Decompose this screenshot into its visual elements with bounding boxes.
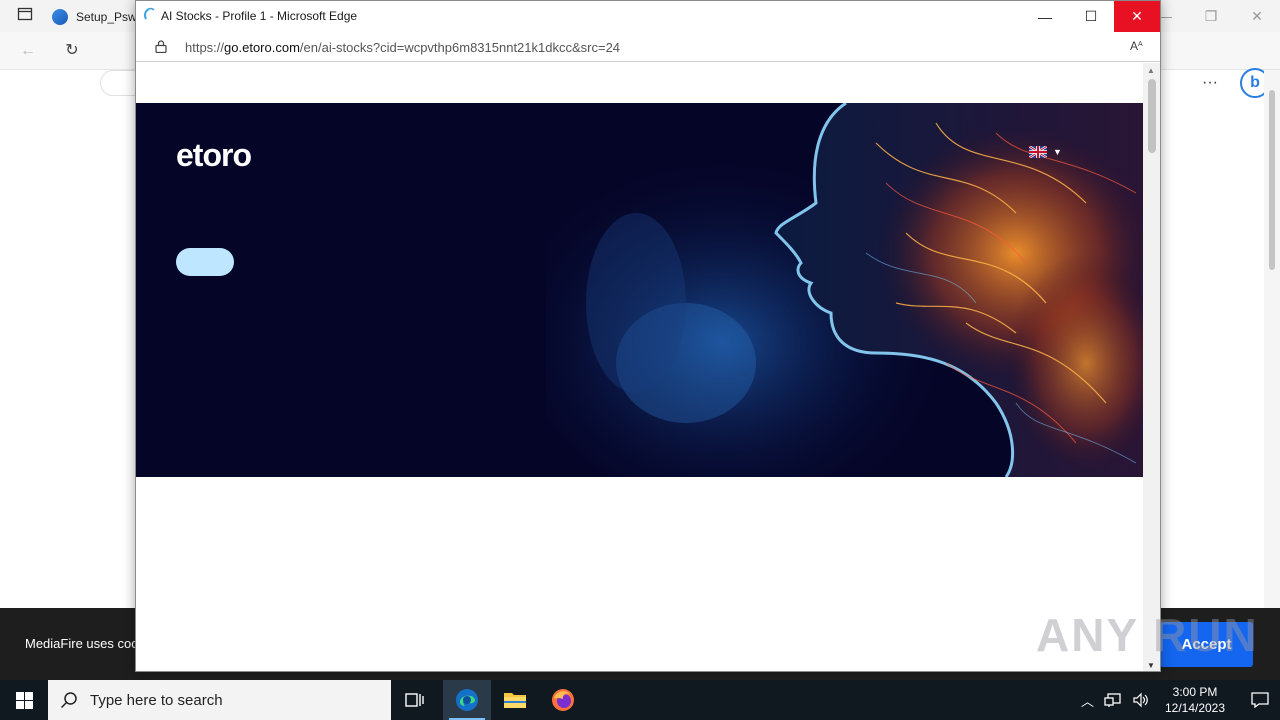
file-explorer-button[interactable] bbox=[491, 680, 539, 720]
taskbar-search-box[interactable]: Type here to search bbox=[48, 680, 391, 720]
cookie-consent-text: MediaFire uses coo bbox=[25, 636, 139, 651]
url-path: /en/ai-stocks?cid=wcpvthp6m8315nnt21k1dk… bbox=[299, 40, 621, 55]
clock-date: 12/14/2023 bbox=[1164, 701, 1226, 715]
task-view-button[interactable] bbox=[391, 680, 439, 720]
minimize-button[interactable]: — bbox=[1022, 1, 1068, 32]
url-host: go.etoro.com bbox=[224, 40, 300, 55]
system-tray: ︿ 3:00 PM 12/14/2023 bbox=[1081, 680, 1280, 720]
more-options-icon[interactable]: ··· bbox=[1202, 74, 1218, 92]
bg-restore-button[interactable]: ❐ bbox=[1188, 0, 1234, 32]
search-icon bbox=[60, 692, 77, 709]
etoro-favicon-icon bbox=[144, 7, 155, 20]
background-tab-title: Setup_Psw bbox=[76, 10, 137, 24]
network-icon[interactable] bbox=[1104, 692, 1122, 708]
popup-scrollbar[interactable]: ▲ ▼ bbox=[1143, 63, 1160, 671]
ai-face-artwork bbox=[546, 103, 1144, 477]
background-toolbar-right: ··· b bbox=[1202, 68, 1270, 98]
popup-url-text: https://go.etoro.com/en/ai-stocks?cid=wc… bbox=[185, 40, 620, 55]
edge-taskbar-button[interactable] bbox=[443, 680, 491, 720]
lock-icon[interactable] bbox=[155, 40, 167, 53]
edge-tab-icon bbox=[52, 9, 68, 25]
etoro-logo[interactable]: etoro bbox=[176, 137, 282, 173]
volume-icon[interactable] bbox=[1132, 692, 1150, 708]
firefox-button[interactable] bbox=[539, 680, 587, 720]
windows-taskbar: Type here to search ︿ 3:00 PM 12/14/2023 bbox=[0, 680, 1280, 720]
scroll-thumb[interactable] bbox=[1148, 79, 1156, 153]
svg-text:A: A bbox=[1138, 41, 1143, 48]
scroll-down-icon[interactable]: ▼ bbox=[1147, 661, 1155, 670]
taskbar-clock[interactable]: 3:00 PM 12/14/2023 bbox=[1160, 684, 1230, 716]
notification-center-button[interactable] bbox=[1240, 680, 1280, 720]
popup-browser-window: AI Stocks - Profile 1 - Microsoft Edge —… bbox=[135, 0, 1161, 672]
windows-logo-icon bbox=[15, 691, 33, 709]
anyrun-watermark: ANY RUN bbox=[1036, 609, 1259, 661]
popup-title-bar[interactable]: AI Stocks - Profile 1 - Microsoft Edge —… bbox=[136, 1, 1160, 32]
hero-banner: etoro ▼ bbox=[136, 103, 1144, 477]
start-button[interactable] bbox=[0, 680, 48, 720]
refresh-icon[interactable]: ↻ bbox=[62, 41, 82, 61]
chevron-up-icon[interactable]: ︿ bbox=[1081, 691, 1094, 710]
scroll-up-icon[interactable]: ▲ bbox=[1147, 66, 1155, 75]
clock-time: 3:00 PM bbox=[1172, 685, 1218, 699]
popup-page-content: etoro ▼ bbox=[136, 63, 1144, 671]
popup-window-controls: — ☐ ✕ bbox=[1022, 1, 1160, 32]
folder-icon bbox=[504, 693, 526, 708]
background-window-controls: — ❐ ✕ bbox=[1142, 0, 1280, 32]
task-view-icon bbox=[405, 693, 424, 707]
firefox-icon bbox=[552, 689, 574, 711]
uk-flag-icon bbox=[1029, 146, 1047, 158]
language-selector[interactable]: ▼ bbox=[1029, 146, 1062, 158]
search-placeholder: Type here to search bbox=[90, 691, 223, 709]
tab-actions-icon[interactable] bbox=[16, 6, 34, 28]
hero-cta-button[interactable] bbox=[176, 248, 234, 276]
read-aloud-icon[interactable]: AA bbox=[1130, 38, 1146, 55]
url-prefix: https:// bbox=[185, 40, 225, 55]
popup-window-title: AI Stocks - Profile 1 - Microsoft Edge bbox=[161, 9, 358, 23]
close-button[interactable]: ✕ bbox=[1114, 1, 1160, 32]
notification-icon bbox=[1251, 692, 1269, 708]
microsoft-edge-icon bbox=[456, 689, 478, 711]
chevron-down-icon: ▼ bbox=[1053, 147, 1062, 157]
bg-close-button[interactable]: ✕ bbox=[1234, 0, 1280, 32]
popup-address-bar[interactable]: https://go.etoro.com/en/ai-stocks?cid=wc… bbox=[136, 32, 1160, 62]
background-scrollbar[interactable] bbox=[1264, 70, 1280, 680]
back-icon[interactable]: ← bbox=[18, 41, 38, 61]
maximize-button[interactable]: ☐ bbox=[1068, 1, 1114, 32]
svg-text:A: A bbox=[1130, 39, 1138, 52]
